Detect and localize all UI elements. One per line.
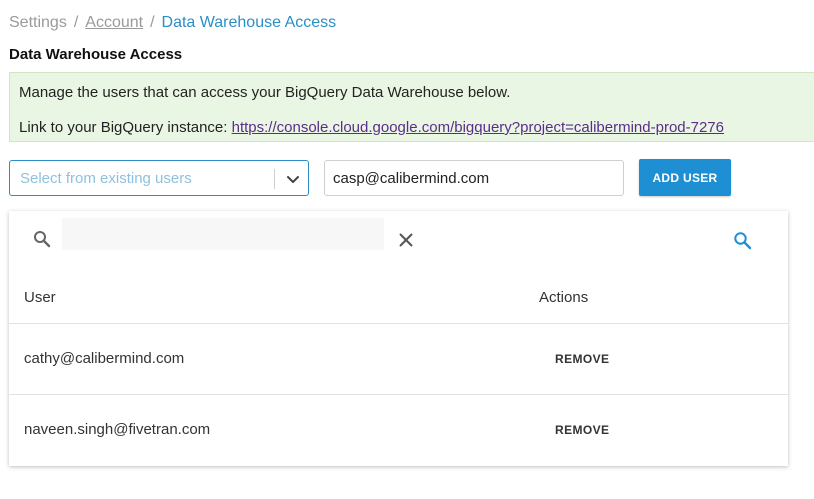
user-search-input[interactable] [62, 218, 384, 250]
email-input[interactable] [324, 160, 624, 196]
row-divider [9, 323, 788, 324]
bigquery-link[interactable]: https://console.cloud.google.com/bigquer… [232, 119, 724, 136]
search-icon [34, 231, 51, 248]
table-row-user: cathy@calibermind.com [24, 350, 185, 367]
breadcrumb-settings[interactable]: Settings [9, 14, 67, 31]
search-icon[interactable] [733, 231, 752, 250]
breadcrumb-account[interactable]: Account [85, 14, 143, 31]
add-user-button[interactable]: ADD USER [639, 159, 731, 196]
row-divider [9, 394, 788, 395]
select-placeholder: Select from existing users [20, 170, 192, 187]
column-header-user: User [24, 289, 56, 306]
column-header-actions: Actions [539, 289, 589, 306]
info-link-prefix: Link to your BigQuery instance: [19, 119, 232, 136]
select-divider [274, 169, 275, 189]
page-title: Data Warehouse Access [9, 46, 183, 63]
info-description: Manage the users that can access your Bi… [19, 84, 511, 101]
info-box: Manage the users that can access your Bi… [9, 72, 814, 142]
chevron-down-icon[interactable] [284, 170, 302, 188]
breadcrumb-separator: / [150, 14, 155, 31]
existing-users-select[interactable]: Select from existing users [9, 160, 309, 196]
breadcrumb-current: Data Warehouse Access [161, 14, 337, 31]
remove-button[interactable]: REMOVE [555, 352, 609, 366]
breadcrumb-separator: / [73, 14, 79, 31]
table-row-user: naveen.singh@fivetran.com [24, 421, 211, 438]
remove-button[interactable]: REMOVE [555, 423, 609, 437]
info-link-line: Link to your BigQuery instance: https://… [19, 119, 724, 136]
close-icon[interactable] [398, 232, 414, 248]
users-panel: User Actions cathy@calibermind.com REMOV… [9, 211, 788, 466]
breadcrumb: Settings / Account / Data Warehouse Access [9, 14, 336, 32]
